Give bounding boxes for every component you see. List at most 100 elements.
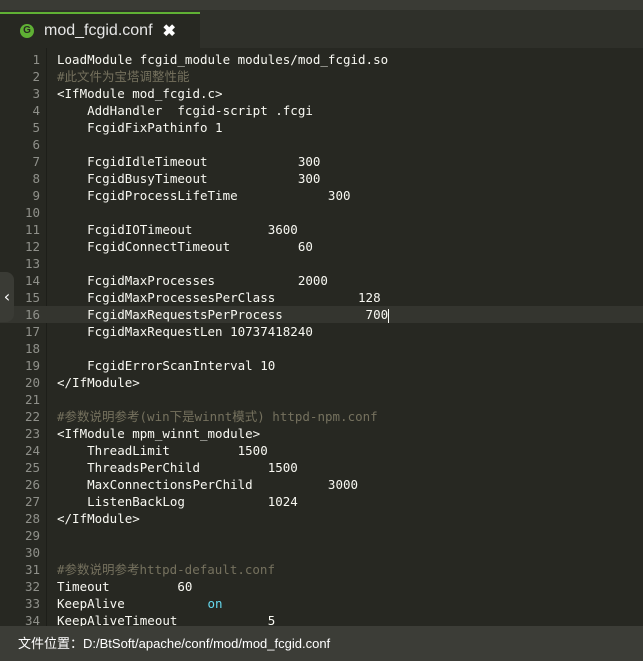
code-text-content: FcgidMaxRequestLen 10737418240 — [57, 324, 313, 339]
line-number: 20 — [24, 375, 40, 390]
code-line[interactable]: 14 FcgidMaxProcesses 2000 — [0, 272, 643, 289]
code-text-content: FcgidConnectTimeout 60 — [57, 239, 313, 254]
code-text-content: KeepAlive — [57, 596, 208, 611]
line-number: 21 — [24, 392, 40, 407]
code-text: MaxConnectionsPerChild 3000 — [57, 476, 358, 493]
line-number: 23 — [24, 426, 40, 441]
code-line[interactable]: 8 FcgidBusyTimeout 300 — [0, 170, 643, 187]
code-text: <IfModule mpm_winnt_module> — [57, 425, 260, 442]
code-line[interactable]: 28 </IfModule> — [0, 510, 643, 527]
code-text-content: #此文件为宝塔调整性能 — [57, 69, 190, 84]
code-line[interactable]: 10 — [0, 204, 643, 221]
code-line[interactable]: 24 ThreadLimit 1500 — [0, 442, 643, 459]
code-line[interactable]: 1 LoadModule fcgid_module modules/mod_fcg… — [0, 51, 643, 68]
code-line[interactable]: 32 Timeout 60 — [0, 578, 643, 595]
code-line[interactable]: 7 FcgidIdleTimeout 300 — [0, 153, 643, 170]
line-number: 3 — [32, 86, 40, 101]
code-line[interactable]: 4 AddHandler fcgid-script .fcgi — [0, 102, 643, 119]
line-number: 9 — [32, 188, 40, 203]
code-line[interactable]: 22 #参数说明参考(win下是winnt模式) httpd-npm.conf — [0, 408, 643, 425]
code-comment: #参数说明参考(win下是winnt模式) httpd-npm.conf — [57, 408, 378, 425]
text-cursor — [388, 308, 390, 323]
code-text: FcgidBusyTimeout 300 — [57, 170, 320, 187]
file-type-icon: G — [20, 24, 34, 38]
code-keyword: on — [207, 596, 223, 611]
status-bar: 文件位置：D:/BtSoft/apache/conf/mod/mod_fcgid… — [0, 626, 643, 661]
line-number: 13 — [24, 256, 40, 271]
tab-bar-top-strip — [0, 0, 643, 10]
code-line[interactable]: 3 <IfModule mod_fcgid.c> — [0, 85, 643, 102]
file-location-path: D:/BtSoft/apache/conf/mod/mod_fcgid.conf — [83, 636, 331, 651]
tab-mod-fcgid-conf[interactable]: G mod_fcgid.conf ✖ — [0, 12, 200, 48]
code-line[interactable]: 27 ListenBackLog 1024 — [0, 493, 643, 510]
code-line[interactable]: 31 #参数说明参考httpd-default.conf — [0, 561, 643, 578]
code-text: </IfModule> — [57, 510, 140, 527]
line-number: 22 — [24, 409, 40, 424]
code-text-content: <IfModule mpm_winnt_module> — [57, 426, 261, 441]
line-number: 4 — [32, 103, 40, 118]
code-text: FcgidIdleTimeout 300 — [57, 153, 320, 170]
code-text-content: FcgidIOTimeout 3600 — [57, 222, 298, 237]
code-text: KeepAlive on — [57, 595, 223, 612]
code-line[interactable]: 30 — [0, 544, 643, 561]
line-number: 32 — [24, 579, 40, 594]
code-text: AddHandler fcgid-script .fcgi — [57, 102, 313, 119]
code-text-content: FcgidMaxRequestsPerProcess 700 — [57, 307, 389, 322]
tab-title: mod_fcgid.conf — [44, 22, 153, 39]
code-editor[interactable]: 1 LoadModule fcgid_module modules/mod_fcg… — [0, 51, 643, 626]
code-line[interactable]: 29 — [0, 527, 643, 544]
code-line[interactable]: 26 MaxConnectionsPerChild 3000 — [0, 476, 643, 493]
code-text: FcgidMaxRequestLen 10737418240 — [57, 323, 313, 340]
code-text: FcgidMaxProcessesPerClass 128 — [57, 289, 381, 306]
code-line[interactable]: 18 — [0, 340, 643, 357]
file-location-label: 文件位置： — [18, 636, 84, 651]
code-text-content: FcgidErrorScanInterval 10 — [57, 358, 276, 373]
code-line[interactable]: 2 #此文件为宝塔调整性能 — [0, 68, 643, 85]
code-text-content: ListenBackLog 1024 — [57, 494, 298, 509]
code-line[interactable]: 6 — [0, 136, 643, 153]
code-line[interactable]: 25 ThreadsPerChild 1500 — [0, 459, 643, 476]
code-line[interactable]: 17 FcgidMaxRequestLen 10737418240 — [0, 323, 643, 340]
code-text-content: </IfModule> — [57, 375, 140, 390]
code-line[interactable]: 23 <IfModule mpm_winnt_module> — [0, 425, 643, 442]
line-number: 30 — [24, 545, 40, 560]
collapse-panel-icon[interactable]: ‹ — [0, 272, 14, 322]
code-text: FcgidErrorScanInterval 10 — [57, 357, 275, 374]
tab-bar: G mod_fcgid.conf ✖ — [0, 0, 643, 48]
current-code-line[interactable]: 16 FcgidMaxRequestsPerProcess 700 — [0, 306, 643, 323]
code-line[interactable]: 13 — [0, 255, 643, 272]
code-line[interactable]: 20 </IfModule> — [0, 374, 643, 391]
line-number: 5 — [32, 120, 40, 135]
code-text: FcgidFixPathinfo 1 — [57, 119, 222, 136]
code-text-content: LoadModule fcgid_module modules/mod_fcgi… — [57, 52, 389, 67]
code-text: <IfModule mod_fcgid.c> — [57, 85, 223, 102]
code-text: FcgidProcessLifeTime 300 — [57, 187, 350, 204]
line-number: 24 — [24, 443, 40, 458]
code-line[interactable]: 11 FcgidIOTimeout 3600 — [0, 221, 643, 238]
line-number: 28 — [24, 511, 40, 526]
code-text: FcgidMaxRequestsPerProcess 700 — [57, 306, 390, 323]
code-line[interactable]: 15 FcgidMaxProcessesPerClass 128 — [0, 289, 643, 306]
code-text: </IfModule> — [57, 374, 140, 391]
code-text-content: AddHandler fcgid-script .fcgi — [57, 103, 313, 118]
code-line[interactable]: 5 FcgidFixPathinfo 1 — [0, 119, 643, 136]
line-number: 8 — [32, 171, 40, 186]
code-text-content: KeepAliveTimeout 5 — [57, 613, 276, 626]
code-text: ThreadsPerChild 1500 — [57, 459, 298, 476]
code-comment: #此文件为宝塔调整性能 — [57, 68, 190, 85]
code-line[interactable]: 9 FcgidProcessLifeTime 300 — [0, 187, 643, 204]
line-number: 11 — [24, 222, 40, 237]
code-line[interactable]: 33 KeepAlive on — [0, 595, 643, 612]
code-line[interactable]: 21 — [0, 391, 643, 408]
code-line[interactable]: 19 FcgidErrorScanInterval 10 — [0, 357, 643, 374]
line-number: 31 — [24, 562, 40, 577]
close-icon[interactable]: ✖ — [163, 21, 176, 41]
code-line[interactable]: 34 KeepAliveTimeout 5 — [0, 612, 643, 626]
line-number: 25 — [24, 460, 40, 475]
line-number: 26 — [24, 477, 40, 492]
code-text-content: Timeout 60 — [57, 579, 193, 594]
code-text-content: FcgidMaxProcessesPerClass 128 — [57, 290, 381, 305]
line-number: 17 — [24, 324, 40, 339]
code-line[interactable]: 12 FcgidConnectTimeout 60 — [0, 238, 643, 255]
line-number: 2 — [32, 69, 40, 84]
